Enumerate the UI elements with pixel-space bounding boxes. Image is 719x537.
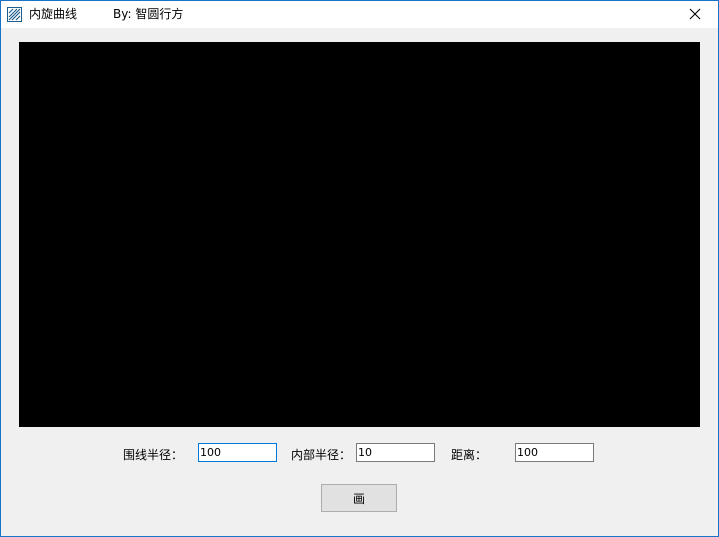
window-title: 内旋曲线 (29, 7, 78, 21)
inner-radius-input[interactable] (356, 443, 435, 462)
distance-input[interactable] (515, 443, 594, 462)
draw-button[interactable]: 画 (321, 484, 397, 512)
window-author: By: 智圆行方 (113, 7, 184, 21)
app-window: 内旋曲线 By: 智圆行方 围线半径： 内部半径： 距离： 画 (0, 0, 719, 537)
close-button[interactable] (672, 1, 718, 28)
app-logo-icon (7, 7, 22, 22)
outer-radius-label: 围线半径： (123, 448, 184, 462)
outer-radius-input[interactable] (198, 443, 277, 462)
drawing-canvas[interactable] (19, 42, 700, 427)
distance-label: 距离： (451, 448, 488, 462)
close-icon (689, 5, 701, 24)
title-bar[interactable]: 内旋曲线 By: 智圆行方 (1, 1, 718, 28)
inner-radius-label: 内部半径： (291, 448, 352, 462)
